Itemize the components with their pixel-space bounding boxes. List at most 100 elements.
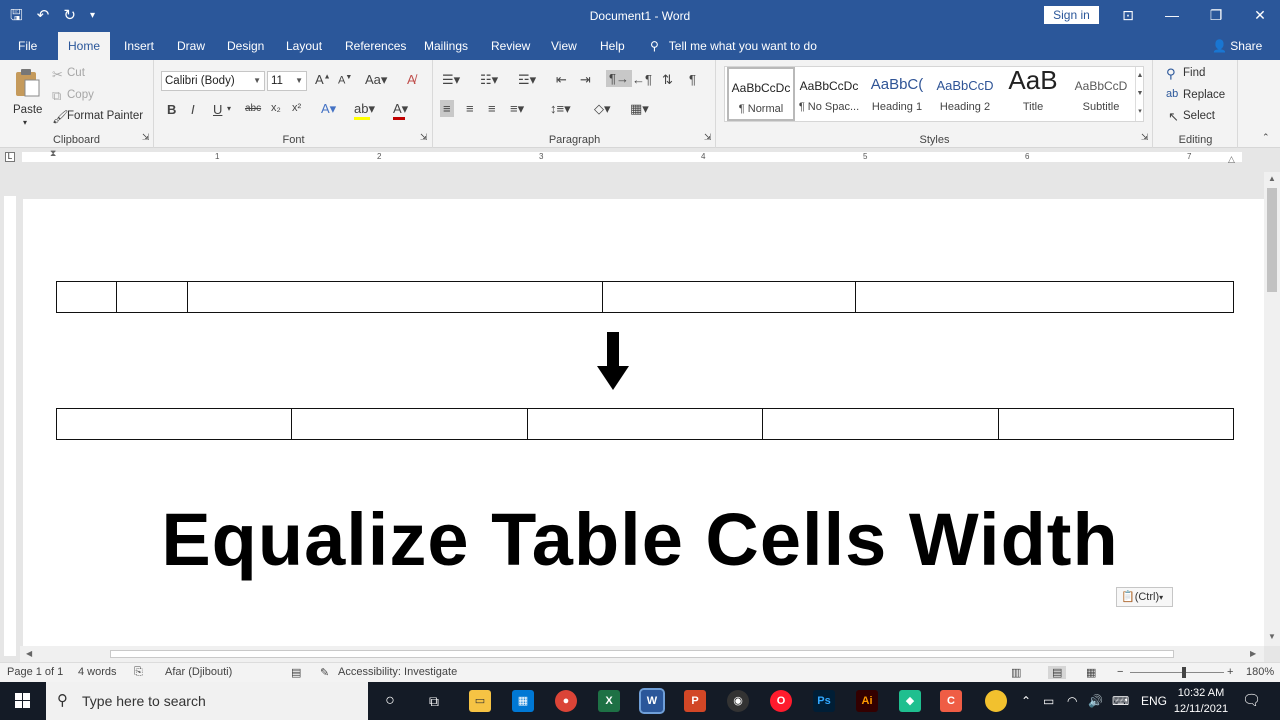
store-icon[interactable]: ▦	[512, 690, 534, 712]
numbering-icon[interactable]: ☷▾	[480, 72, 498, 88]
macro-icon[interactable]: ▤	[291, 666, 301, 679]
tab-draw[interactable]: Draw	[177, 32, 205, 60]
chrome-icon[interactable]: ●	[555, 690, 577, 712]
table-cell[interactable]	[997, 408, 1235, 440]
zoom-in-button[interactable]: +	[1227, 666, 1233, 678]
font-color-icon[interactable]: A▾	[393, 101, 408, 117]
format-painter-button[interactable]: Format Painter	[67, 110, 143, 122]
style-no-spacing[interactable]: AaBbCcDc ¶ No Spac...	[795, 67, 863, 121]
obs-icon[interactable]: ◉	[727, 690, 749, 712]
chevron-up-icon[interactable]: ⌃	[1021, 682, 1031, 720]
file-explorer-icon[interactable]: ▭	[469, 690, 491, 712]
scroll-up-icon[interactable]: ▲	[1268, 174, 1276, 183]
text-effects-icon[interactable]: A▾	[321, 101, 336, 117]
table-cell[interactable]	[526, 408, 764, 440]
table-cell[interactable]	[116, 281, 188, 313]
table-cell[interactable]	[187, 281, 603, 313]
table-cell[interactable]	[56, 281, 117, 313]
dialog-launcher-icon[interactable]: ⇲	[420, 132, 428, 143]
language-status[interactable]: Afar (Djibouti)	[165, 666, 232, 678]
illustrator-icon[interactable]: Ai	[856, 690, 878, 712]
vertical-scrollbar[interactable]: ▲ ▼	[1264, 172, 1280, 646]
table-cell[interactable]	[762, 408, 999, 440]
word-icon[interactable]: W	[639, 688, 665, 714]
tab-review[interactable]: Review	[491, 32, 530, 60]
page-count[interactable]: Page 1 of 1	[7, 666, 63, 678]
unequal-table[interactable]	[56, 281, 1234, 313]
zoom-slider-thumb[interactable]	[1182, 667, 1186, 678]
indent-marker[interactable]: ⧗	[50, 148, 56, 159]
cut-button[interactable]: Cut	[67, 67, 85, 79]
keyboard-icon[interactable]: ⌨	[1112, 682, 1129, 720]
underline-button[interactable]: U	[213, 102, 222, 117]
align-right-icon[interactable]: ≡	[488, 101, 496, 116]
volume-icon[interactable]: 🔊	[1088, 682, 1103, 720]
style-heading-2[interactable]: AaBbCcD Heading 2	[931, 67, 999, 121]
right-indent-marker[interactable]: △	[1228, 154, 1235, 165]
ltr-icon[interactable]: ¶→	[606, 70, 632, 87]
scroll-left-icon[interactable]: ◀	[26, 649, 32, 658]
ruler-strip[interactable]: 1 2 3 4 5 6 7	[22, 152, 1242, 162]
close-icon[interactable]: ✕	[1240, 0, 1280, 32]
task-view-icon[interactable]: ⧉	[423, 690, 445, 712]
opera-icon[interactable]: O	[770, 690, 792, 712]
paste-options-button[interactable]: 📋(Ctrl)▾	[1116, 587, 1173, 607]
horizontal-scroll-thumb[interactable]	[110, 650, 1174, 658]
dialog-launcher-icon[interactable]: ⇲	[704, 132, 712, 143]
tab-file[interactable]: File	[18, 32, 37, 60]
zoom-out-button[interactable]: −	[1117, 666, 1123, 678]
print-layout-icon[interactable]: ▤	[1048, 666, 1067, 679]
excel-icon[interactable]: X	[598, 690, 620, 712]
dialog-launcher-icon[interactable]: ⇲	[142, 132, 150, 143]
taskbar-clock[interactable]: 10:32 AM 12/11/2021	[1170, 685, 1232, 717]
scroll-right-icon[interactable]: ▶	[1250, 649, 1256, 658]
share-button[interactable]: 👤 Share	[1212, 32, 1262, 60]
line-spacing-icon[interactable]: ↕≡▾	[550, 101, 571, 117]
pilcrow-icon[interactable]: ¶	[689, 72, 696, 87]
tab-layout[interactable]: Layout	[286, 32, 322, 60]
style-subtitle[interactable]: AaBbCcD Subtitle	[1067, 67, 1135, 121]
zoom-level[interactable]: 180%	[1246, 666, 1274, 678]
find-button[interactable]: Find	[1183, 67, 1205, 79]
replace-button[interactable]: Replace	[1183, 89, 1225, 101]
align-left-icon[interactable]: ≡	[440, 100, 454, 117]
weather-icon[interactable]	[985, 690, 1007, 712]
battery-icon[interactable]: ▭	[1043, 682, 1054, 720]
change-case-icon[interactable]: Aa▾	[365, 72, 387, 88]
input-language[interactable]: ENG	[1141, 682, 1167, 720]
table-cell[interactable]	[55, 408, 293, 440]
proofing-icon[interactable]: ⎘	[134, 666, 143, 679]
read-mode-icon[interactable]: ▥	[1011, 666, 1021, 679]
wifi-icon[interactable]: ◠	[1067, 682, 1077, 720]
table-cell[interactable]	[602, 281, 856, 313]
sign-in-button[interactable]: Sign in	[1044, 6, 1099, 24]
paste-button[interactable]: Paste ▾	[10, 66, 44, 127]
tab-selector[interactable]: L	[5, 152, 15, 162]
collapse-ribbon-icon[interactable]: ⌃	[1262, 132, 1270, 143]
strikethrough-button[interactable]: abc	[245, 103, 261, 114]
paste-dropdown-icon[interactable]: ▾	[23, 118, 27, 127]
superscript-button[interactable]: x²	[292, 102, 301, 114]
table-cell[interactable]	[291, 408, 528, 440]
tab-view[interactable]: View	[551, 32, 577, 60]
subscript-button[interactable]: x₂	[271, 102, 281, 114]
table-cell[interactable]	[855, 281, 1234, 313]
sort-icon[interactable]: ⇅	[662, 72, 673, 88]
windows-start-icon[interactable]	[0, 682, 46, 720]
photoshop-icon[interactable]: Ps	[813, 690, 835, 712]
decrease-indent-icon[interactable]: ⇤	[556, 72, 567, 88]
filmora-icon[interactable]: ◆	[899, 690, 921, 712]
grow-font-icon[interactable]: A▲	[315, 72, 331, 87]
cortana-icon[interactable]: ○	[379, 690, 401, 712]
multilevel-list-icon[interactable]: ☲▾	[518, 72, 536, 88]
tab-help[interactable]: Help	[600, 32, 625, 60]
tab-insert[interactable]: Insert	[124, 32, 154, 60]
vertical-scroll-thumb[interactable]	[1267, 188, 1277, 292]
scroll-down-icon[interactable]: ▼	[1268, 632, 1276, 641]
select-button[interactable]: Select	[1183, 110, 1215, 122]
taskbar-search[interactable]: ⚲ Type here to search	[46, 682, 368, 720]
font-family-select[interactable]: Calibri (Body) ▼	[161, 71, 265, 91]
web-layout-icon[interactable]: ▦	[1086, 666, 1096, 679]
increase-indent-icon[interactable]: ⇥	[580, 72, 591, 88]
justify-icon[interactable]: ≡▾	[510, 101, 524, 117]
